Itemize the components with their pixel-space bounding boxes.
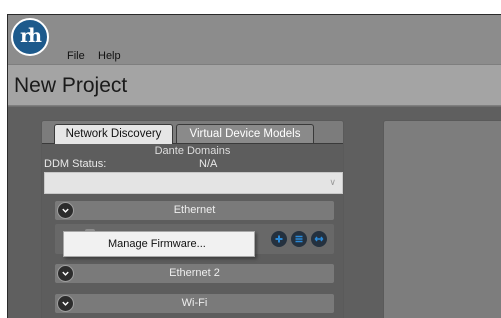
discovery-panel: Network Discovery Virtual Device Models … (41, 120, 344, 318)
app-window: rh File Help New Project Network Discove… (7, 14, 501, 318)
context-menu: Manage Firmware... (63, 231, 255, 257)
logo-text: rh (20, 25, 42, 47)
menu-bar: rh File Help (8, 15, 501, 64)
menu-help[interactable]: Help (98, 50, 121, 62)
tab-network-discovery[interactable]: Network Discovery (54, 124, 173, 144)
ddm-status-label: DDM Status: (44, 158, 107, 170)
menu-item-manage-firmware[interactable]: Manage Firmware... (108, 238, 206, 250)
chevron-down-icon: ∨ (329, 177, 336, 187)
page-title: New Project (14, 74, 128, 97)
add-icon[interactable] (271, 231, 287, 247)
section-ethernet-2[interactable]: Ethernet 2 (55, 264, 334, 283)
section-label: Ethernet (173, 204, 216, 216)
link-icon[interactable] (311, 231, 327, 247)
section-label: Ethernet 2 (169, 267, 220, 279)
menu-file[interactable]: File (67, 50, 85, 62)
detail-panel (383, 120, 501, 318)
section-ethernet[interactable]: Ethernet (55, 201, 334, 220)
workspace: Network Discovery Virtual Device Models … (8, 107, 501, 318)
project-header: New Project (8, 64, 501, 106)
ddm-status-value: N/A (199, 158, 218, 170)
tab-virtual-device-models[interactable]: Virtual Device Models (176, 124, 314, 144)
section-wifi[interactable]: Wi-Fi (55, 294, 334, 313)
section-label: Wi-Fi (181, 297, 208, 309)
list-icon[interactable] (291, 231, 307, 247)
dante-domains-heading: Dante Domains (154, 145, 231, 157)
ddm-domain-select[interactable]: ∨ (44, 172, 343, 194)
app-logo: rh (11, 18, 49, 56)
